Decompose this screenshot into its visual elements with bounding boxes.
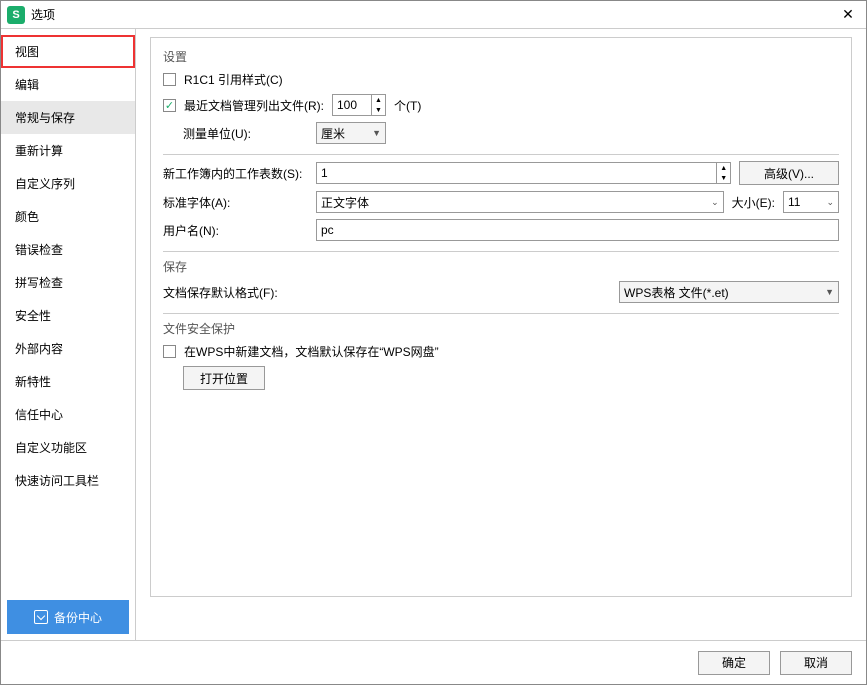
sheets-label: 新工作簿内的工作表数(S): [163,165,308,182]
r1c1-label: R1C1 引用样式(C) [184,71,283,88]
wps-netdisk-checkbox[interactable] [163,345,176,358]
app-icon: S [7,6,25,24]
save-format-select[interactable]: WPS表格 文件(*.et) ▼ [619,281,839,303]
sidebar-item-label: 信任中心 [15,408,63,422]
username-label: 用户名(N): [163,222,308,239]
username-input[interactable] [316,219,839,241]
sidebar-item-label: 错误检查 [15,243,63,257]
sidebar-item-label: 编辑 [15,78,39,92]
ok-button-label: 确定 [722,654,746,671]
divider [163,251,839,252]
sidebar-item-custom-ribbon[interactable]: 自定义功能区 [1,431,135,464]
open-location-label: 打开位置 [200,370,248,387]
spin-down-icon[interactable]: ▼ [372,105,385,115]
save-heading: 保存 [163,258,839,275]
sidebar-item-edit[interactable]: 编辑 [1,68,135,101]
sidebar-item-label: 视图 [15,45,39,59]
open-location-button[interactable]: 打开位置 [183,366,265,390]
window-title: 选项 [31,6,836,23]
recent-files-checkbox[interactable]: ✓ [163,99,176,112]
font-label: 标准字体(A): [163,194,308,211]
font-value: 正文字体 [321,194,369,211]
recent-files-unit: 个(T) [394,97,421,114]
sidebar: 视图 编辑 常规与保存 重新计算 自定义序列 颜色 错误检查 拼写检查 安全性 … [1,29,136,640]
spin-up-icon[interactable]: ▲ [717,163,730,173]
sidebar-item-label: 快速访问工具栏 [15,474,99,488]
cancel-button[interactable]: 取消 [780,651,852,675]
sidebar-item-trust[interactable]: 信任中心 [1,398,135,431]
chevron-down-icon: ▼ [825,287,834,297]
sidebar-item-label: 颜色 [15,210,39,224]
size-select[interactable]: 11 ⌄ [783,191,839,213]
advanced-button-label: 高级(V)... [764,165,814,182]
measure-unit-select[interactable]: 厘米 ▼ [316,122,386,144]
settings-heading: 设置 [163,48,839,65]
recent-files-input[interactable] [333,95,371,115]
divider [163,313,839,314]
sidebar-item-label: 拼写检查 [15,276,63,290]
close-icon[interactable]: ✕ [836,3,860,27]
size-label: 大小(E): [732,194,775,211]
settings-group: 设置 R1C1 引用样式(C) ✓ 最近文档管理列出文件(R): ▲▼ 个(T)… [150,37,852,597]
sidebar-item-security[interactable]: 安全性 [1,299,135,332]
backup-center-button[interactable]: 备份中心 [7,600,129,634]
spin-up-icon[interactable]: ▲ [372,95,385,105]
chevron-down-icon: ⌄ [711,197,719,208]
chevron-down-icon: ▼ [372,128,381,138]
backup-icon [34,610,48,624]
sidebar-item-recalc[interactable]: 重新计算 [1,134,135,167]
backup-label: 备份中心 [54,609,102,626]
measure-unit-label: 测量单位(U): [163,125,308,142]
chevron-down-icon: ⌄ [826,197,834,208]
sidebar-item-label: 外部内容 [15,342,63,356]
size-value: 11 [788,195,800,209]
sidebar-item-view[interactable]: 视图 [1,35,135,68]
font-select[interactable]: 正文字体 ⌄ [316,191,724,213]
title-bar: S 选项 ✕ [1,1,866,29]
save-format-label: 文档保存默认格式(F): [163,284,278,301]
sidebar-item-newfeatures[interactable]: 新特性 [1,365,135,398]
sidebar-item-color[interactable]: 颜色 [1,200,135,233]
recent-files-spinner[interactable]: ▲▼ [332,94,386,116]
divider [163,154,839,155]
measure-unit-value: 厘米 [321,125,345,142]
save-format-value: WPS表格 文件(*.et) [624,284,729,301]
recent-files-label: 最近文档管理列出文件(R): [184,97,324,114]
sidebar-item-error-check[interactable]: 错误检查 [1,233,135,266]
sidebar-item-label: 自定义功能区 [15,441,87,455]
r1c1-checkbox[interactable] [163,73,176,86]
file-security-heading: 文件安全保护 [163,320,839,337]
sidebar-item-spelling[interactable]: 拼写检查 [1,266,135,299]
sidebar-item-external[interactable]: 外部内容 [1,332,135,365]
wps-netdisk-label: 在WPS中新建文档，文档默认保存在“WPS网盘” [184,343,439,360]
sidebar-item-label: 自定义序列 [15,177,75,191]
cancel-button-label: 取消 [804,654,828,671]
sidebar-item-label: 重新计算 [15,144,63,158]
sheets-input[interactable] [317,163,716,183]
sidebar-item-label: 安全性 [15,309,51,323]
spin-down-icon[interactable]: ▼ [717,173,730,183]
sidebar-item-general-save[interactable]: 常规与保存 [1,101,135,134]
sidebar-item-label: 新特性 [15,375,51,389]
dialog-footer: 确定 取消 [1,640,866,684]
sheets-spinner[interactable]: ▲▼ [316,162,731,184]
ok-button[interactable]: 确定 [698,651,770,675]
content-panel: 设置 R1C1 引用样式(C) ✓ 最近文档管理列出文件(R): ▲▼ 个(T)… [136,29,866,640]
sidebar-item-custom-list[interactable]: 自定义序列 [1,167,135,200]
sidebar-item-quick-access[interactable]: 快速访问工具栏 [1,464,135,497]
sidebar-item-label: 常规与保存 [15,111,75,125]
advanced-button[interactable]: 高级(V)... [739,161,839,185]
